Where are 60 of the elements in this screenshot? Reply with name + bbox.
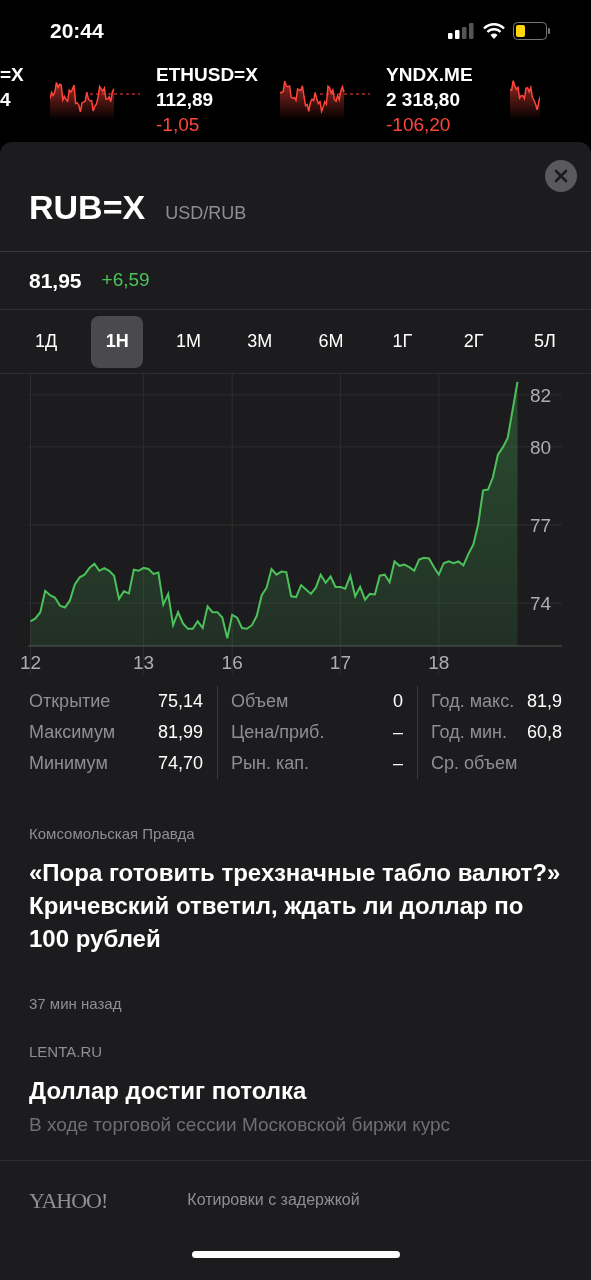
stat-value: 75,14 [157, 690, 203, 713]
ticker-price: 2 318,80 [386, 88, 461, 112]
battery-icon [513, 22, 551, 40]
stat-label: Открытие [29, 690, 111, 713]
wifi-icon [483, 23, 505, 39]
quote-symbol: RUB=X [29, 187, 146, 228]
axis-label: 17 [329, 652, 351, 673]
signal-icon [448, 23, 475, 39]
ticker-symbol: YNDX.ME [386, 63, 474, 87]
axis-label: 13 [133, 652, 155, 673]
range-tab[interactable]: 6М [305, 315, 358, 368]
stat-label: Рын. кап. [231, 752, 309, 775]
ticker-symbol: ETHUSD=X [156, 63, 259, 87]
news-headline[interactable]: «Пора готовить трехзначные табло валют?» Кричевский ответил, ждать ли доллар по 100 рублей [29, 855, 562, 955]
ticker-price: 112,89 [156, 88, 215, 112]
axis-label: 12 [19, 652, 42, 673]
news-time: 37 мин назад [29, 993, 123, 1014]
quote-name: USD/RUB [165, 202, 247, 225]
quote-price: 81,95 [29, 267, 82, 294]
axis-label: 80 [530, 436, 552, 458]
stat-label: Объем [231, 690, 289, 713]
range-tab[interactable]: 1М [162, 315, 215, 368]
news-headline[interactable]: Доллар достиг потолка [29, 1073, 562, 1107]
range-tab[interactable]: 5Л [518, 315, 571, 368]
stat-value: – [393, 752, 403, 775]
news-source: LENTA.RU [29, 1042, 104, 1062]
stat-label: Минимум [29, 752, 108, 775]
range-tab[interactable]: 1Н [91, 315, 144, 368]
ticker-change: -1,05 [156, 113, 201, 137]
range-tab[interactable]: 1Д [20, 315, 72, 368]
delay-note: Котировки с задержкой [187, 1190, 360, 1210]
stat-value: 81,99 [157, 721, 203, 744]
stat-label: Год. мин. [431, 721, 508, 744]
stat-value: 81,9 [526, 690, 562, 713]
axis-label: 16 [221, 652, 243, 673]
close-button[interactable] [545, 160, 577, 192]
axis-label: 82 [530, 384, 552, 406]
stat-label: Год. макс. [431, 690, 515, 713]
range-tab[interactable]: 1Г [376, 315, 429, 368]
stat-value: 0 [393, 690, 403, 713]
news-source: Комсомольская Правда [29, 824, 196, 844]
range-tab[interactable]: 3М [233, 315, 286, 368]
close-icon [554, 169, 568, 183]
axis-label: 18 [428, 652, 450, 673]
ticker-price: 4 [0, 88, 12, 112]
clock: 20:44 [50, 18, 104, 45]
stat-label: Цена/приб. [231, 721, 325, 744]
stat-label: Максимум [29, 721, 116, 744]
yahoo-logo: YAHOO! [29, 1186, 108, 1215]
quote-change: +6,59 [101, 268, 150, 293]
ticker-symbol: =X [0, 63, 25, 87]
stat-label: Ср. объем [431, 752, 518, 775]
axis-label: 74 [530, 593, 552, 615]
ticker-change: -106,20 [386, 113, 452, 137]
axis-label: 77 [530, 514, 552, 536]
news-preview: В ходе торговой сессии Московской биржи курс [29, 1112, 452, 1137]
stat-value: 74,70 [157, 752, 203, 775]
stat-value: 60,8 [526, 721, 562, 744]
range-tab[interactable]: 2Г [447, 315, 500, 368]
stat-value: – [393, 721, 403, 744]
